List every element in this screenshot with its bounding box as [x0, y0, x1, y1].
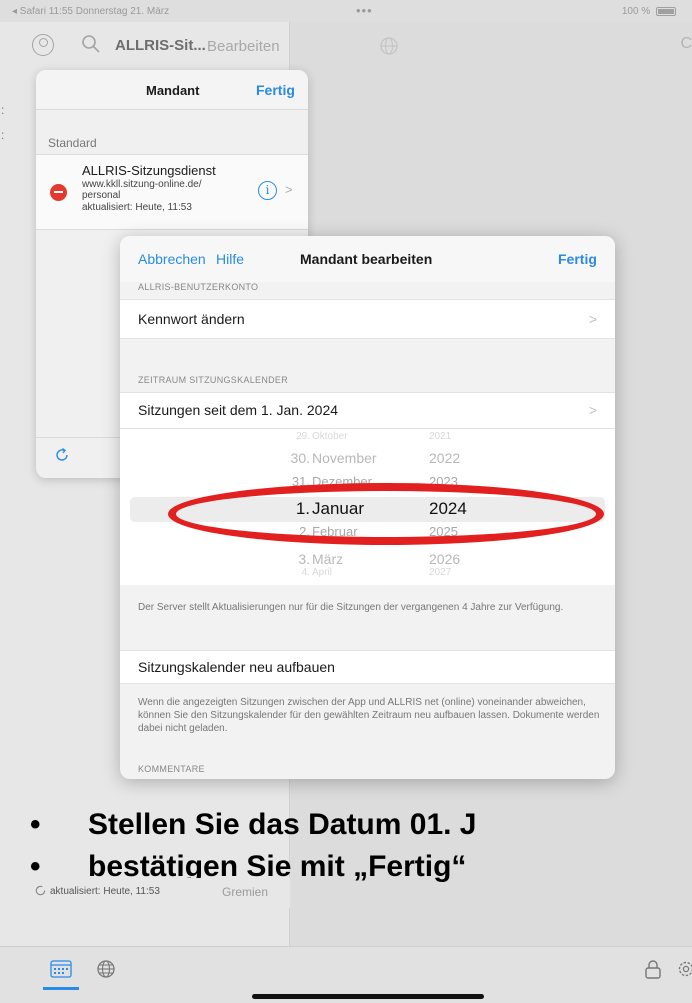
picker-month-option[interactable]: April — [312, 567, 332, 578]
top-navigation: ALLRIS-Sit... Bearbeiten C — [0, 22, 692, 72]
tenant-url: www.kkll.sitzung-online.de/ — [82, 179, 202, 190]
instruction-text-1: Stellen Sie das Datum 01. J — [88, 808, 477, 841]
help-button[interactable]: Hilfe — [216, 251, 244, 267]
sessions-since-cell[interactable]: Sitzungen seit dem 1. Jan. 2024 > — [120, 392, 615, 429]
picker-year-option[interactable]: 2027 — [429, 567, 451, 578]
tenant-user: personal — [82, 190, 121, 201]
sidebar-footer: aktualisiert: Heute, 11:53 Gremien — [0, 878, 290, 908]
modal-header: Abbrechen Hilfe Mandant bearbeiten Ferti… — [120, 236, 615, 282]
app-title: ALLRIS-Sit... — [115, 37, 206, 54]
comments-section-header: KOMMENTARE — [138, 764, 205, 774]
selected-tab-indicator — [43, 987, 79, 990]
rebuild-calendar-label: Sitzungskalender neu aufbauen — [138, 659, 335, 675]
picker-year-option[interactable]: 2022 — [429, 450, 460, 466]
tenant-updated: aktualisiert: Heute, 11:53 — [82, 202, 192, 213]
done-button[interactable]: Fertig — [558, 251, 597, 267]
lock-icon[interactable] — [644, 959, 662, 979]
rebuild-calendar-cell[interactable]: Sitzungskalender neu aufbauen — [120, 650, 615, 684]
info-icon[interactable]: i — [258, 181, 277, 200]
picker-day-option[interactable]: 30. — [291, 450, 310, 466]
chevron-right-icon: > — [285, 182, 293, 197]
sidebar-peek-text: : — [1, 103, 5, 117]
chevron-right-icon: > — [588, 402, 597, 418]
picker-day-option[interactable]: 4. — [302, 567, 310, 578]
picker-year-option[interactable]: 2021 — [429, 431, 451, 442]
partial-icon: C — [680, 35, 692, 52]
modal-title: Mandant bearbeiten — [300, 251, 433, 267]
change-password-cell[interactable]: Kennwort ändern > — [120, 299, 615, 339]
profile-icon[interactable] — [32, 34, 54, 56]
popover-header: Mandant Fertig — [36, 70, 308, 110]
edit-tenant-modal: Abbrechen Hilfe Mandant bearbeiten Ferti… — [120, 236, 615, 779]
rebuild-note: Wenn die angezeigten Sitzungen zwischen … — [138, 697, 600, 734]
highlight-ring — [168, 483, 604, 545]
gear-icon[interactable] — [676, 959, 692, 979]
popover-done-button[interactable]: Fertig — [256, 82, 295, 98]
globe-icon[interactable] — [379, 36, 399, 56]
refresh-icon[interactable] — [54, 447, 70, 463]
popover-title: Mandant — [146, 83, 200, 98]
picker-month-option[interactable]: März — [312, 551, 343, 567]
calendar-section-header: ZEITRAUM SITZUNGSKALENDER — [138, 375, 289, 385]
globe-icon[interactable] — [96, 959, 116, 979]
section-label: Standard — [48, 136, 97, 150]
picker-day-option[interactable]: 3. — [298, 551, 310, 567]
sidebar-peek-text: : — [1, 128, 5, 142]
battery-icon — [656, 6, 676, 16]
last-updated: aktualisiert: Heute, 11:53 — [50, 886, 160, 897]
bullet: • — [30, 808, 41, 841]
multitasking-dots[interactable]: ••• — [356, 3, 373, 18]
committees-tab[interactable]: Gremien — [222, 885, 268, 899]
refresh-icon[interactable] — [34, 884, 47, 897]
status-bar: ◂ Safari 11:55 Donnerstag 21. März ••• 1… — [0, 0, 692, 22]
server-note: Der Server stellt Aktualisierungen nur f… — [138, 602, 564, 613]
search-icon[interactable] — [81, 34, 101, 54]
picker-month-option[interactable]: Oktober — [312, 431, 348, 442]
change-password-label: Kennwort ändern — [138, 311, 245, 327]
tenant-name: ALLRIS-Sitzungsdienst — [82, 163, 216, 178]
chevron-right-icon: > — [588, 311, 597, 327]
picker-year-option[interactable]: 2026 — [429, 551, 460, 567]
tenant-row[interactable]: ALLRIS-Sitzungsdienst www.kkll.sitzung-o… — [36, 154, 308, 230]
delete-icon[interactable] — [50, 184, 67, 201]
picker-day-option[interactable]: 29. — [296, 431, 310, 442]
instruction-line-1: • Stellen Sie das Datum 01. J — [0, 808, 692, 848]
battery-percent: 100 % — [621, 6, 651, 17]
cancel-button[interactable]: Abbrechen — [138, 251, 206, 267]
edit-button[interactable]: Bearbeiten — [207, 38, 280, 55]
status-bar-right: 100 % — [622, 6, 676, 17]
account-section-header: ALLRIS-BENUTZERKONTO — [138, 282, 259, 292]
sessions-since-label: Sitzungen seit dem 1. Jan. 2024 — [138, 402, 339, 418]
status-bar-left: ◂ Safari 11:55 Donnerstag 21. März — [12, 6, 170, 17]
calendar-icon[interactable] — [50, 960, 72, 978]
home-indicator — [252, 994, 484, 999]
picker-month-option[interactable]: November — [312, 450, 377, 466]
